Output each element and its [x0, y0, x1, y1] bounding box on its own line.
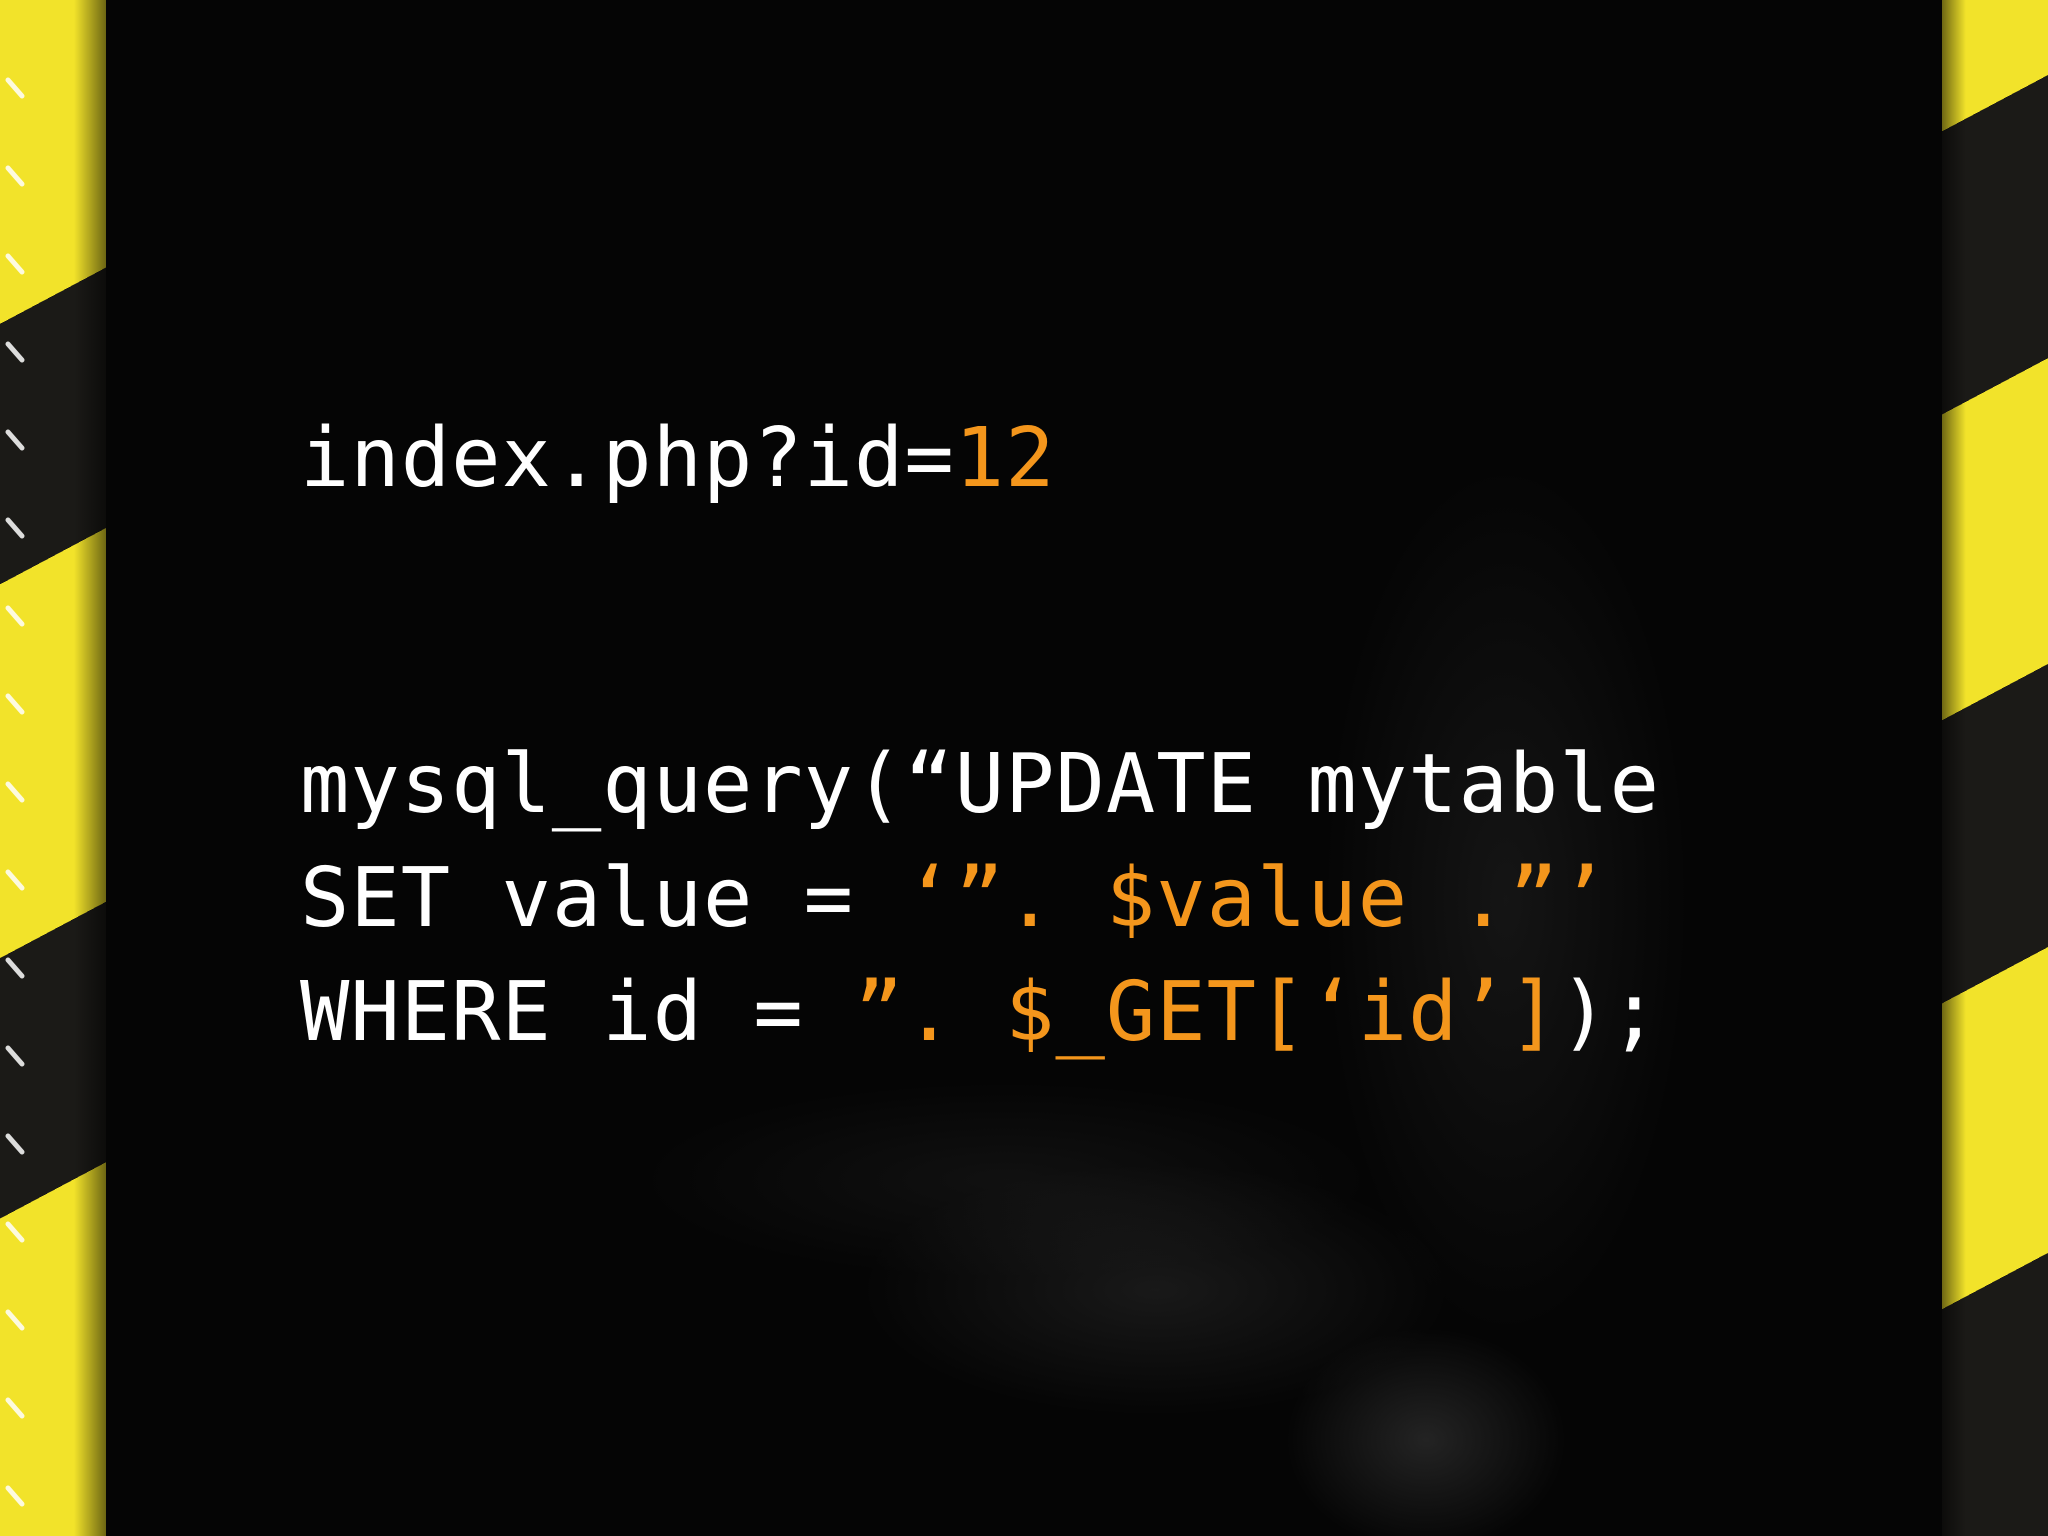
url-id-value: 12: [954, 411, 1056, 506]
query-line-2: SET value = ‘”. $value .”’: [300, 842, 1660, 956]
query-line-3: WHERE id = ”. $_GET[‘id’]);: [300, 956, 1660, 1070]
stripe-shadow-right: [1942, 0, 1966, 1536]
code-panel: index.php?id=12 mysql_query(“UPDATE myta…: [106, 0, 1942, 1536]
stripe-shadow-left: [74, 0, 106, 1536]
query-line-1: mysql_query(“UPDATE mytable: [300, 737, 1660, 832]
query-line-3-highlight: ”. $_GET[‘id’]: [854, 965, 1560, 1060]
query-line-2-highlight: ‘”. $value .”’: [904, 851, 1610, 946]
sql-query-block: mysql_query(“UPDATE mytable SET value = ‘…: [300, 728, 1660, 1070]
query-line-3-tail: );: [1559, 965, 1660, 1060]
url-prefix: index.php?id=: [300, 411, 955, 506]
hazard-stripe-right: [1942, 0, 2048, 1536]
query-line-2-plain: SET value =: [300, 851, 905, 946]
url-line: index.php?id=12: [300, 402, 1056, 516]
tick-marks-left: [5, 77, 25, 1507]
query-line-3-plain: WHERE id =: [300, 965, 855, 1060]
hazard-stripe-left: [0, 0, 106, 1536]
